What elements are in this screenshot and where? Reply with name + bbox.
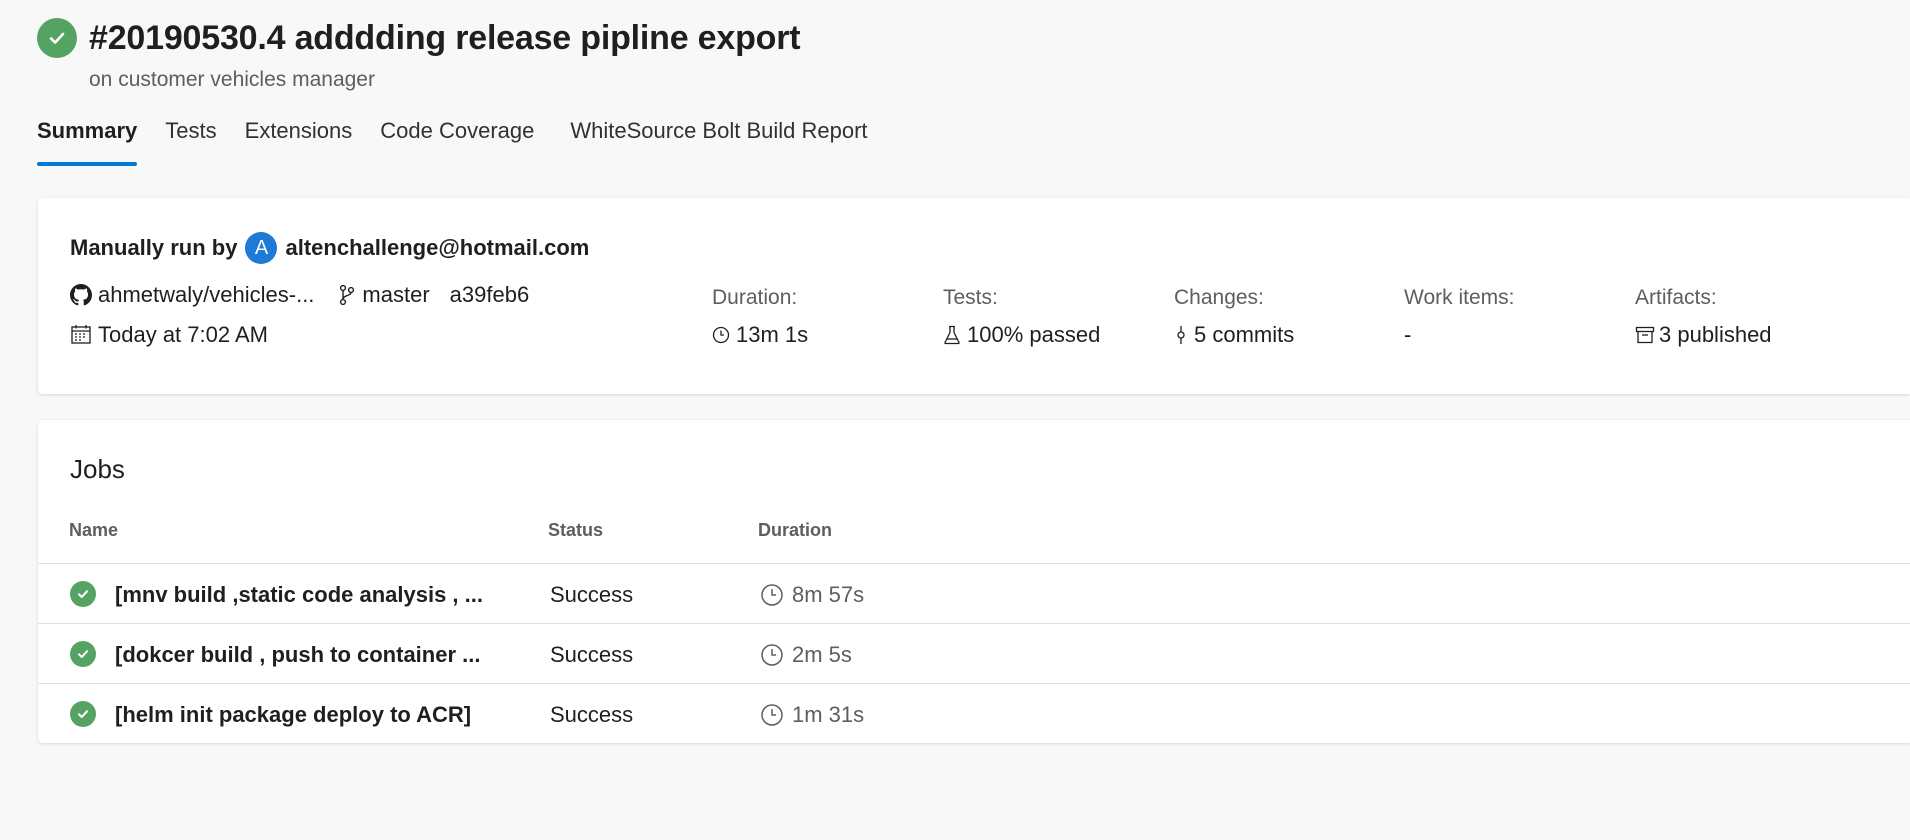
job-status: Success [550,642,634,667]
run-by-user[interactable]: altenchallenge@hotmail.com [285,235,589,261]
build-header: #20190530.4 adddding release pipline exp… [37,18,801,92]
commit-icon [1174,324,1188,346]
job-status: Success [550,582,634,607]
jobs-title: Jobs [70,454,125,484]
tab-summary[interactable]: Summary [37,118,138,166]
pipeline-subtitle: on customer vehicles manager [89,68,375,91]
source-info: ahmetwaly/vehicles-... master a39feb6 [70,282,529,308]
tab-tests[interactable]: Tests [165,118,216,166]
changes-text[interactable]: 5 commits [1194,322,1294,348]
changes-value[interactable]: 5 commits [1174,322,1294,348]
job-duration: 2m 5s [760,642,852,668]
clock-icon [712,326,730,344]
run-time-text: Today at 7:02 AM [98,322,268,347]
job-duration: 8m 57s [760,582,864,608]
commit-link[interactable]: a39feb6 [450,282,530,308]
tab-extensions[interactable]: Extensions [245,118,353,166]
run-time: Today at 7:02 AM [70,322,268,348]
job-name: [mnv build ,static code analysis , ... [115,582,483,607]
tab-code-coverage[interactable]: Code Coverage [380,118,534,166]
calendar-icon [70,324,92,346]
run-by: Manually run by A altenchallenge@hotmail… [70,232,589,264]
duration-text: 13m 1s [736,322,809,347]
artifacts-value[interactable]: 3 published [1635,322,1772,348]
tests-text[interactable]: 100% passed [967,322,1100,348]
page-title: #20190530.4 adddding release pipline exp… [89,18,801,57]
summary-card: Manually run by A altenchallenge@hotmail… [38,198,1910,394]
tests-label: Tests: [943,286,998,309]
clock-icon [760,583,784,607]
avatar[interactable]: A [245,232,278,264]
work-items-value: - [1404,322,1412,347]
tab-bar: Summary Tests Extensions Code Coverage W… [37,118,896,166]
jobs-card: Jobs Name Status Duration [mnv build ,st… [38,420,1910,743]
job-duration-text: 1m 31s [792,702,865,727]
clock-icon [760,643,784,667]
column-header-name: Name [69,520,119,540]
check-circle-icon [37,18,77,58]
table-row[interactable]: [mnv build ,static code analysis , ... S… [38,563,1910,624]
duration-value: 13m 1s [712,322,808,348]
branch-link[interactable]: master [362,282,429,308]
artifacts-text[interactable]: 3 published [1659,322,1772,348]
github-icon [70,284,92,306]
success-icon [70,701,96,727]
job-name: [dokcer build , push to container ... [115,642,481,667]
job-status: Success [550,702,634,727]
title-row: #20190530.4 adddding release pipline exp… [37,18,801,58]
table-row[interactable]: [helm init package deploy to ACR] Succes… [38,683,1910,744]
tests-value[interactable]: 100% passed [943,322,1100,348]
job-duration-text: 8m 57s [792,582,865,607]
artifact-icon [1635,326,1655,344]
success-icon [70,641,96,667]
clock-icon [760,703,784,727]
flask-icon [943,325,961,345]
repo-link[interactable]: ahmetwaly/vehicles-... [98,282,314,308]
tab-whitesource-report[interactable]: WhiteSource Bolt Build Report [570,118,867,166]
job-duration-text: 2m 5s [792,642,852,667]
column-header-duration: Duration [758,520,832,540]
success-icon [70,581,96,607]
artifacts-label: Artifacts: [1635,286,1717,309]
duration-label: Duration: [712,286,798,309]
table-row[interactable]: [dokcer build , push to container ... Su… [38,623,1910,684]
branch-icon [338,284,356,306]
column-header-status: Status [548,520,604,540]
work-items-label: Work items: [1404,286,1515,309]
job-duration: 1m 31s [760,702,864,728]
run-by-label: Manually run by [70,235,238,260]
job-name: [helm init package deploy to ACR] [115,702,472,727]
changes-label: Changes: [1174,286,1264,309]
